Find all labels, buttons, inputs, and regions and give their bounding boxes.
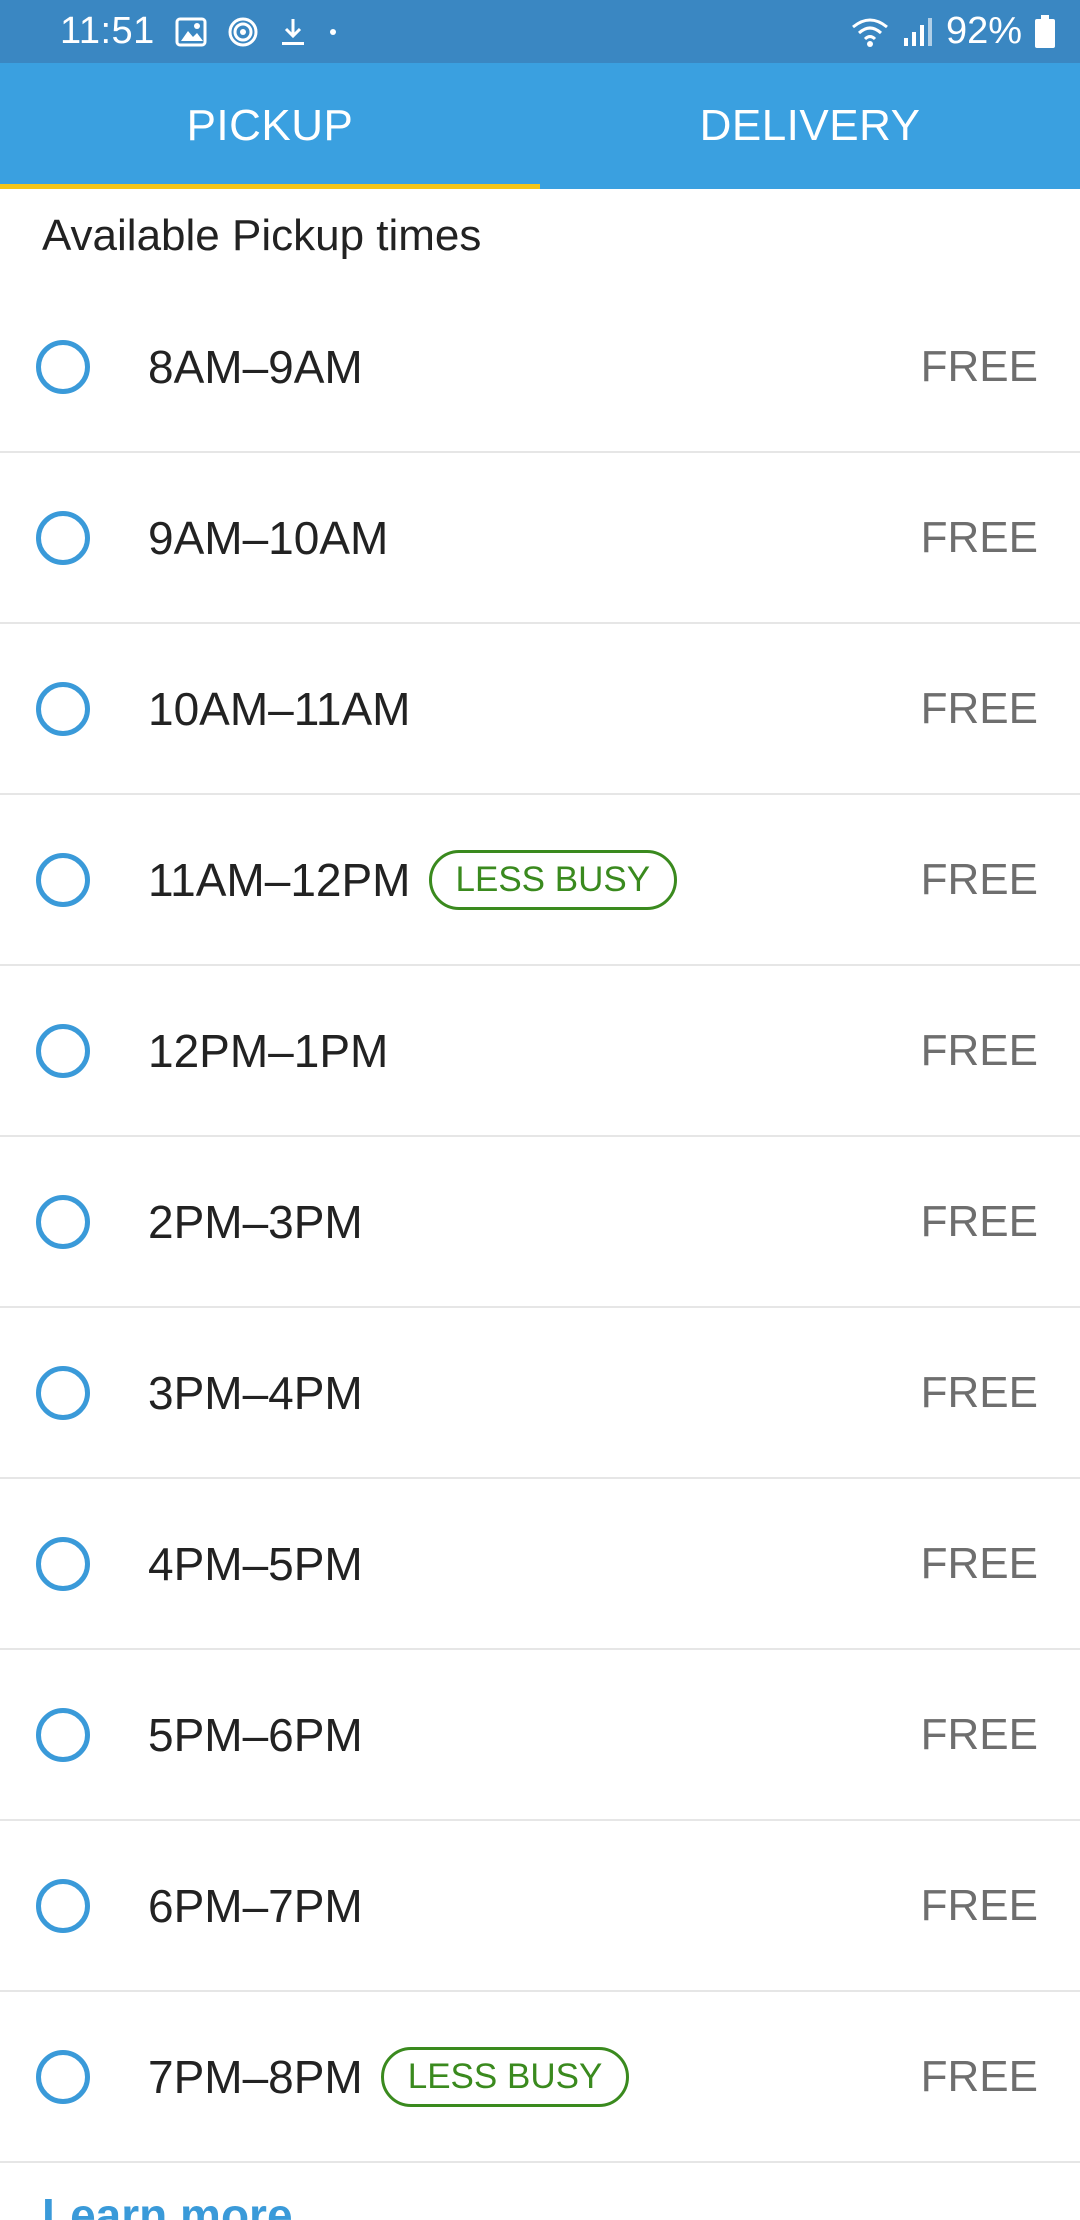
time-slot-label: 3PM–4PM <box>148 1366 363 1420</box>
radio-button[interactable] <box>36 1707 90 1762</box>
radio-button[interactable] <box>36 1023 90 1078</box>
time-slot-row[interactable]: 3PM–4PM FREE <box>0 1308 1080 1479</box>
radio-button[interactable] <box>36 1878 90 1933</box>
pickup-times-panel: Available Pickup times 8AM–9AM FREE 9AM–… <box>0 189 1080 2220</box>
time-slot-time: 11AM–12PM <box>148 853 411 906</box>
time-slot-time: 6PM–7PM <box>148 1879 363 1932</box>
time-slot-row[interactable]: 5PM–6PM FREE <box>0 1650 1080 1821</box>
tab-pickup[interactable]: PICKUP <box>0 63 540 189</box>
time-slot-row[interactable]: 11AM–12PM LESS BUSY FREE <box>0 795 1080 966</box>
time-slot-row[interactable]: 10AM–11AM FREE <box>0 624 1080 795</box>
status-left: 11:51 <box>60 10 339 53</box>
tab-delivery[interactable]: DELIVERY <box>540 63 1080 189</box>
radio-button[interactable] <box>36 681 90 736</box>
time-slot-label: 7PM–8PM LESS BUSY <box>148 2046 630 2107</box>
section-title: Available Pickup times <box>42 210 482 260</box>
radio-button[interactable] <box>36 1194 90 1249</box>
radio-button[interactable] <box>36 2049 90 2104</box>
time-slot-time: 12PM–1PM <box>148 1024 389 1077</box>
time-slot-row[interactable]: 4PM–5PM FREE <box>0 1479 1080 1650</box>
time-slot-row[interactable]: 12PM–1PM FREE <box>0 966 1080 1137</box>
battery-percentage: 92% <box>945 10 1022 52</box>
radio-button[interactable] <box>36 852 90 907</box>
radio-button[interactable] <box>36 339 90 394</box>
price-label: FREE <box>920 1538 1038 1588</box>
price-label: FREE <box>920 1367 1038 1417</box>
price-label: FREE <box>920 1880 1038 1930</box>
wifi-icon <box>850 16 890 48</box>
time-slot-label: 2PM–3PM <box>148 1195 363 1249</box>
time-slot-label: 8AM–9AM <box>148 340 363 394</box>
radio-button[interactable] <box>36 1536 90 1591</box>
image-icon <box>175 17 207 47</box>
price-label: FREE <box>920 341 1038 391</box>
price-label: FREE <box>920 854 1038 904</box>
less-busy-badge: LESS BUSY <box>428 849 678 910</box>
battery-icon <box>1034 14 1056 49</box>
time-slot-label: 5PM–6PM <box>148 1708 363 1762</box>
download-icon <box>279 16 307 48</box>
price-label: FREE <box>920 1196 1038 1246</box>
time-slot-time: 2PM–3PM <box>148 1195 363 1248</box>
time-slot-row[interactable]: 9AM–10AM FREE <box>0 453 1080 624</box>
price-label: FREE <box>920 1709 1038 1759</box>
price-label: FREE <box>920 2051 1038 2101</box>
radio-button[interactable] <box>36 1365 90 1420</box>
price-label: FREE <box>920 683 1038 733</box>
time-slot-time: 4PM–5PM <box>148 1537 363 1590</box>
time-slot-label: 11AM–12PM LESS BUSY <box>148 849 678 910</box>
tab-bar: PICKUP DELIVERY <box>0 63 1080 189</box>
time-slot-time: 8AM–9AM <box>148 340 363 393</box>
time-slot-time: 7PM–8PM <box>148 2050 363 2103</box>
time-slot-row[interactable]: 8AM–9AM FREE <box>0 282 1080 453</box>
radio-button[interactable] <box>36 510 90 565</box>
time-slot-time: 10AM–11AM <box>148 682 411 735</box>
dot-icon <box>327 26 339 38</box>
time-slot-row[interactable]: 2PM–3PM FREE <box>0 1137 1080 1308</box>
price-label: FREE <box>920 1025 1038 1075</box>
fingerprint-icon <box>227 16 259 48</box>
learn-more-link[interactable]: Learn more <box>42 2188 293 2220</box>
time-slot-label: 4PM–5PM <box>148 1537 363 1591</box>
time-slot-time: 3PM–4PM <box>148 1366 363 1419</box>
time-slot-label: 6PM–7PM <box>148 1879 363 1933</box>
time-slot-label: 12PM–1PM <box>148 1024 388 1078</box>
time-slot-label: 9AM–10AM <box>148 511 388 565</box>
time-slot-label: 10AM–11AM <box>148 682 411 736</box>
status-time: 11:51 <box>60 10 155 52</box>
price-label: FREE <box>920 512 1038 562</box>
time-slot-row[interactable]: 6PM–7PM FREE <box>0 1821 1080 1992</box>
time-slot-time: 5PM–6PM <box>148 1708 363 1761</box>
time-slot-row[interactable]: 7PM–8PM LESS BUSY FREE <box>0 1992 1080 2163</box>
status-bar: 11:51 92% <box>0 0 1080 63</box>
signal-icon <box>902 16 934 48</box>
less-busy-badge: LESS BUSY <box>380 2046 630 2107</box>
time-slot-time: 9AM–10AM <box>148 511 389 564</box>
status-right: 92% <box>850 10 1056 53</box>
